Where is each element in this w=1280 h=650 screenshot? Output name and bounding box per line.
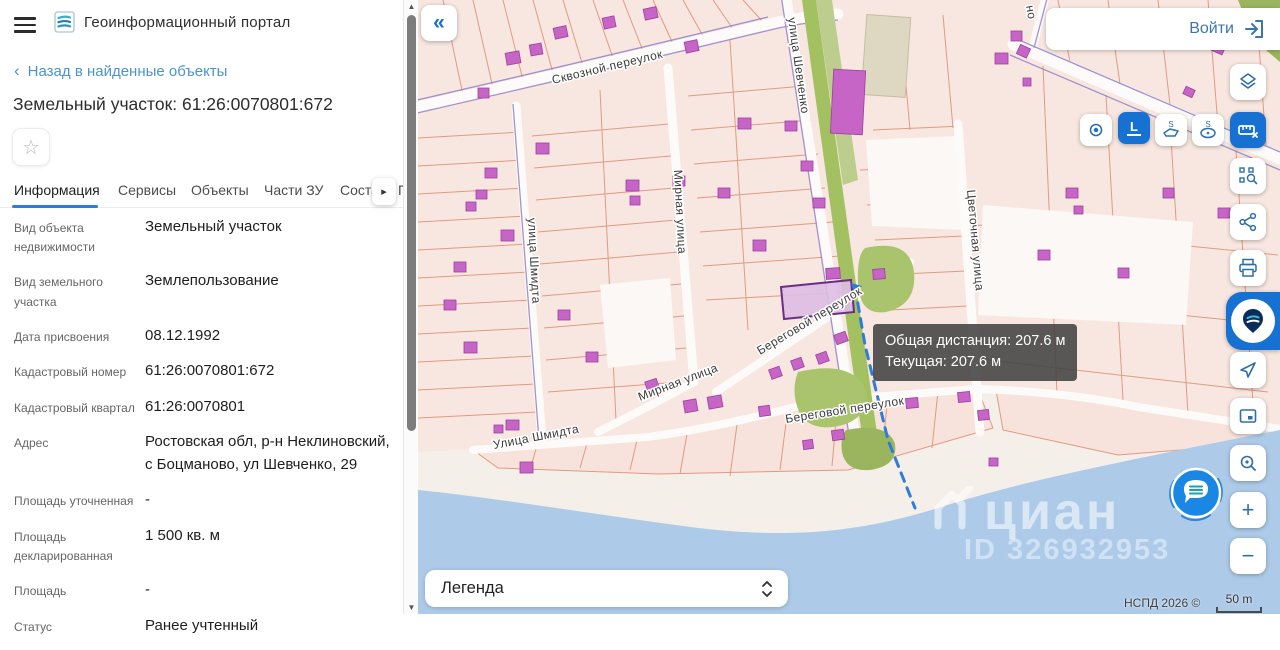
cian-house-icon — [932, 484, 980, 535]
my-location-button[interactable] — [1230, 352, 1266, 388]
measure-tool-button-active[interactable] — [1230, 112, 1266, 148]
legend-dropdown[interactable]: Легенда — [425, 570, 788, 607]
share-button[interactable] — [1230, 204, 1266, 240]
zoom-out-button[interactable]: − — [1230, 538, 1266, 574]
info-panel: Геоинформационный портал ‹ Назад в найден… — [0, 0, 406, 634]
length-icon: L — [1127, 120, 1141, 136]
tab-information[interactable]: Информация — [14, 182, 100, 198]
polygon-area-icon: S — [1163, 120, 1179, 137]
spatial-search-button[interactable] — [1230, 158, 1266, 194]
print-button[interactable] — [1230, 250, 1266, 286]
scroll-up-icon[interactable]: ▲ — [404, 2, 419, 11]
measure-tooltip: Общая дистанция: 207.6 м Текущая: 207.6 … — [873, 324, 1078, 382]
field-row: Адрес Ростовская обл, р-н Неклиновский, с… — [14, 433, 390, 473]
page-title: Земельный участок: 61:26:0070801:672 — [13, 94, 333, 114]
field-row: Вид земельного участка Землепользование — [14, 272, 279, 309]
tab-parcel-parts[interactable]: Части ЗУ — [264, 182, 323, 198]
measure-length-button-active[interactable]: L — [1118, 112, 1150, 144]
field-row: Кадастровый квартал 61:26:0070801 — [14, 397, 246, 415]
map-canvas[interactable]: Сквозной переулок улица Шмидта Мирная ул… — [418, 0, 1280, 614]
panel-scrollbar[interactable]: ▲ ▼ — [403, 0, 418, 614]
measure-area-ellipse-button[interactable]: S — [1192, 114, 1224, 146]
chat-button[interactable] — [1166, 463, 1226, 523]
layers-button[interactable] — [1230, 64, 1266, 100]
geometry-search-icon — [1239, 167, 1258, 185]
tab-services[interactable]: Сервисы — [118, 182, 176, 198]
chevron-right-icon: ▸ — [381, 186, 387, 198]
menu-icon[interactable] — [14, 13, 36, 33]
back-to-results-link[interactable]: ‹ Назад в найденные объекты — [14, 61, 227, 81]
field-row: Площадь декларированная 1 500 кв. м — [14, 526, 220, 563]
scale-bar: 50 m — [1216, 592, 1262, 613]
layers-icon — [1240, 73, 1256, 89]
field-row: Площадь уточненная - — [14, 491, 150, 509]
tooltip-current: Текущая: 207.6 м — [885, 354, 1002, 371]
tabs-scroll-right-button[interactable]: ▸ — [372, 178, 396, 205]
login-label: Войти — [1189, 20, 1234, 37]
minimap-button[interactable] — [1230, 398, 1266, 434]
measure-point-button[interactable] — [1080, 114, 1112, 146]
field-row: Вид объекта недвижимости Земельный участо… — [14, 218, 282, 255]
svg-text:S: S — [1168, 120, 1173, 129]
field-row: Кадастровый номер 61:26:0070801:672 — [14, 362, 275, 380]
nspd-logo-button[interactable] — [1226, 292, 1280, 350]
app-title: Геоинформационный портал — [84, 14, 291, 31]
login-icon — [1245, 20, 1263, 38]
double-chevron-left-icon: « — [433, 11, 445, 34]
zoom-in-button[interactable]: + — [1230, 492, 1266, 528]
minus-icon: − — [1241, 543, 1255, 568]
minimap-icon — [1239, 409, 1257, 423]
search-on-map-button[interactable] — [1230, 445, 1266, 481]
scroll-down-icon[interactable]: ▼ — [404, 603, 419, 612]
scrollbar-thumb[interactable] — [407, 15, 416, 431]
attributes-list: Вид объекта недвижимости Земельный участо… — [14, 216, 396, 650]
svg-text:S: S — [1205, 120, 1210, 129]
listing-id-watermark: ID 326932953 — [964, 534, 1171, 566]
cadastral-map[interactable]: Сквозной переулок улица Шмидта Мирная ул… — [418, 0, 1280, 614]
tab-strip: Информация Сервисы Объекты Части ЗУ Сост… — [0, 178, 406, 208]
portal-logo-icon — [52, 10, 76, 34]
field-row: Дата присвоения 08.12.1992 — [14, 326, 221, 344]
unfold-chevrons-icon — [762, 580, 772, 597]
point-icon — [1089, 123, 1103, 137]
back-chevron-icon: ‹ — [14, 61, 20, 80]
print-icon — [1239, 258, 1257, 277]
navigation-arrow-icon — [1240, 362, 1256, 378]
active-tab-underline — [12, 205, 98, 208]
tab-objects[interactable]: Объекты — [191, 182, 249, 198]
tooltip-total: Общая дистанция: 207.6 м — [885, 333, 1066, 349]
field-row: Площадь - — [14, 581, 150, 599]
nspd-logo-icon — [1231, 299, 1275, 343]
legend-label: Легенда — [441, 579, 504, 597]
share-icon — [1239, 212, 1257, 232]
map-attribution: НСПД 2026 © — [1124, 596, 1201, 610]
ruler-close-icon — [1238, 125, 1258, 138]
magnifier-icon — [1240, 455, 1256, 471]
field-row: Статус Ранее учтенный — [14, 616, 259, 634]
street-label: но — [1023, 4, 1039, 20]
scale-label: 50 m — [1225, 592, 1253, 606]
star-icon: ☆ — [22, 136, 40, 159]
measure-area-polygon-button[interactable]: S — [1155, 114, 1187, 146]
plus-icon: + — [1241, 497, 1255, 522]
scale-line — [1216, 607, 1262, 613]
ellipse-area-icon: S — [1200, 120, 1216, 139]
collapse-panel-button[interactable]: « — [421, 5, 457, 41]
favorite-star-button[interactable]: ☆ — [12, 128, 50, 166]
cian-watermark: циан — [984, 483, 1121, 541]
login-bar[interactable]: Войти — [1046, 8, 1280, 50]
